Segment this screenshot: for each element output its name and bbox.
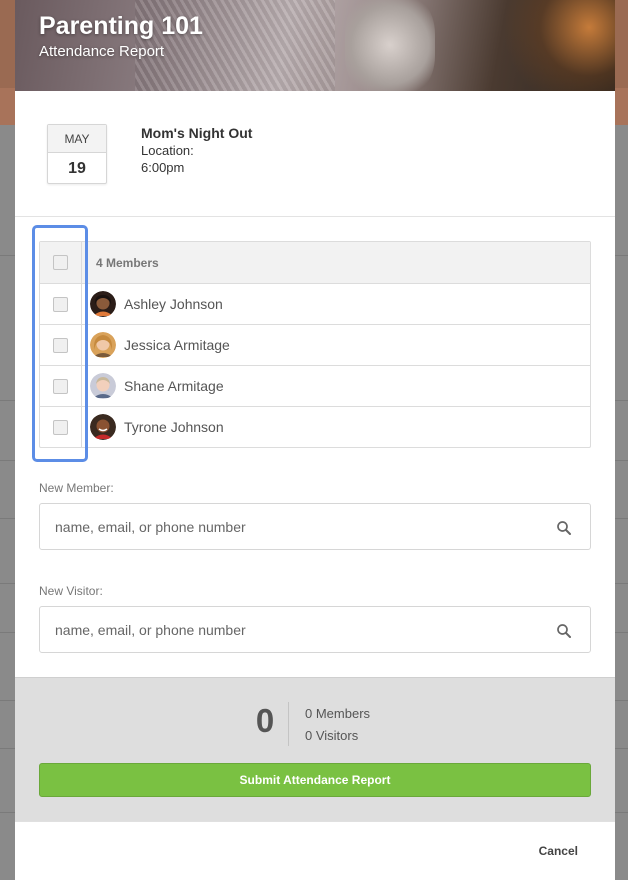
select-all-checkbox[interactable] bbox=[53, 255, 68, 270]
total-count: 0 bbox=[255, 702, 275, 739]
members-count: 0 Members bbox=[305, 706, 371, 721]
event-date-badge: MAY 19 bbox=[47, 124, 107, 184]
person-avatar-icon bbox=[90, 414, 116, 440]
member-checkbox[interactable] bbox=[53, 419, 68, 435]
person-avatar-icon bbox=[90, 332, 116, 358]
new-visitor-input[interactable] bbox=[55, 607, 535, 652]
new-member-input[interactable] bbox=[55, 504, 535, 549]
event-title: Mom's Night Out bbox=[141, 125, 253, 141]
attendance-summary: 0 0 Members 0 Visitors Submit Attendance… bbox=[15, 677, 615, 821]
modal-subtitle: Attendance Report bbox=[39, 43, 165, 60]
modal-footer: Cancel bbox=[15, 821, 615, 880]
cancel-button[interactable]: Cancel bbox=[539, 844, 578, 858]
attendance-modal: Parenting 101 Attendance Report MAY 19 M… bbox=[15, 0, 615, 880]
new-member-label: New Member: bbox=[39, 481, 114, 495]
member-table: 4 Members Ashley Johnson Jessica Armitag… bbox=[39, 241, 591, 448]
member-name: Shane Armitage bbox=[124, 378, 224, 394]
new-visitor-label: New Visitor: bbox=[39, 584, 103, 598]
event-time: 6:00pm bbox=[141, 160, 185, 175]
member-row: Tyrone Johnson bbox=[40, 406, 590, 447]
search-icon[interactable] bbox=[556, 520, 572, 536]
person-avatar-icon bbox=[90, 291, 116, 317]
person-avatar-icon bbox=[90, 373, 116, 399]
hero-banner: Parenting 101 Attendance Report bbox=[15, 0, 615, 91]
member-table-header: 4 Members bbox=[40, 242, 590, 283]
member-checkbox[interactable] bbox=[53, 378, 68, 394]
event-day: 19 bbox=[68, 160, 86, 177]
member-count-label: 4 Members bbox=[96, 255, 159, 270]
submit-attendance-button[interactable]: Submit Attendance Report bbox=[39, 763, 591, 797]
new-member-search bbox=[39, 503, 591, 550]
member-name: Ashley Johnson bbox=[124, 296, 223, 312]
group-title: Parenting 101 bbox=[39, 12, 203, 40]
member-checkbox[interactable] bbox=[53, 337, 68, 353]
member-name: Jessica Armitage bbox=[124, 337, 230, 353]
member-checkbox[interactable] bbox=[53, 296, 68, 312]
event-details: MAY 19 bbox=[15, 91, 615, 217]
member-row: Jessica Armitage bbox=[40, 324, 590, 365]
event-month: MAY bbox=[48, 125, 106, 153]
member-row: Shane Armitage bbox=[40, 365, 590, 406]
event-location: Location: bbox=[141, 143, 194, 158]
new-visitor-search bbox=[39, 606, 591, 653]
visitors-count: 0 Visitors bbox=[305, 728, 359, 743]
summary-divider bbox=[288, 702, 289, 746]
member-name: Tyrone Johnson bbox=[124, 419, 224, 435]
member-row: Ashley Johnson bbox=[40, 283, 590, 324]
search-icon[interactable] bbox=[556, 623, 572, 639]
